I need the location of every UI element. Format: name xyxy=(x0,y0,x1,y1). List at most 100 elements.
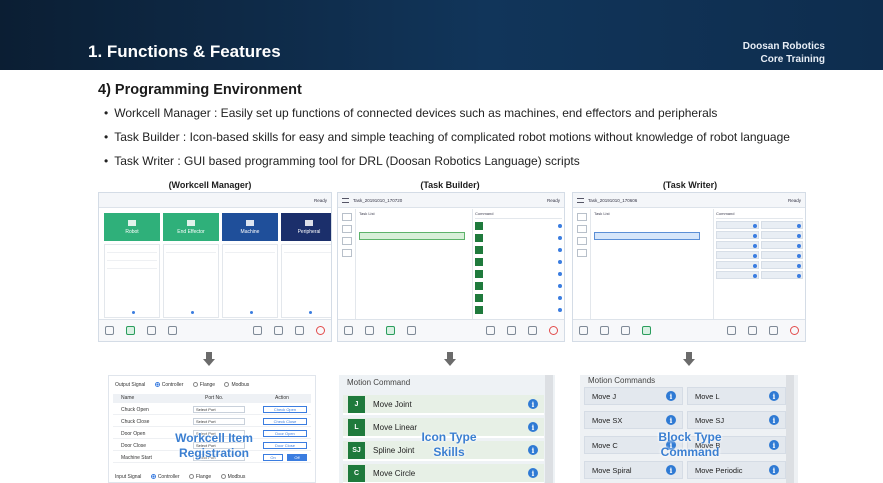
tool-icon[interactable] xyxy=(341,237,352,245)
info-icon[interactable] xyxy=(558,284,562,288)
info-icon[interactable] xyxy=(558,296,562,300)
jog-icon[interactable] xyxy=(748,326,757,335)
motion-icon[interactable] xyxy=(475,282,483,290)
radio-modbus[interactable] xyxy=(224,382,230,388)
workcell-icon[interactable] xyxy=(126,326,135,335)
task-list-row[interactable] xyxy=(359,224,465,232)
tile-robot[interactable]: Robot xyxy=(104,213,160,241)
workcell-icon[interactable] xyxy=(365,326,374,335)
radio-controller[interactable] xyxy=(150,474,156,480)
tool-icon[interactable] xyxy=(341,225,352,233)
action-button[interactable]: Check Open xyxy=(263,406,307,413)
gear-icon[interactable] xyxy=(769,326,778,335)
info-icon[interactable]: i xyxy=(666,415,676,425)
block-command-item[interactable]: Move Periodic i xyxy=(687,461,786,479)
block-command[interactable] xyxy=(716,231,759,239)
block-command[interactable] xyxy=(760,221,803,229)
add-icon[interactable] xyxy=(309,311,312,314)
power-icon[interactable] xyxy=(549,326,558,335)
builder-icon[interactable] xyxy=(386,326,395,335)
zoom-icon[interactable] xyxy=(486,326,495,335)
home-icon[interactable] xyxy=(344,326,353,335)
zoom-icon[interactable] xyxy=(727,326,736,335)
radio-flange[interactable] xyxy=(188,474,194,480)
block-command-item[interactable]: Move J i xyxy=(584,387,683,405)
command-tab[interactable]: Command xyxy=(475,211,562,219)
block-command[interactable] xyxy=(716,251,759,259)
motion-icon[interactable] xyxy=(475,246,483,254)
block-command[interactable] xyxy=(716,221,759,229)
add-icon[interactable] xyxy=(250,311,253,314)
scrollbar[interactable] xyxy=(786,375,794,483)
radio-modbus[interactable] xyxy=(220,474,226,480)
task-list-row[interactable] xyxy=(594,240,700,248)
block-command[interactable] xyxy=(760,231,803,239)
info-icon[interactable]: i xyxy=(769,415,779,425)
zoom-icon[interactable] xyxy=(253,326,262,335)
info-icon[interactable]: i xyxy=(528,399,538,409)
task-icon[interactable] xyxy=(147,326,156,335)
power-icon[interactable] xyxy=(316,326,325,335)
tool-icon[interactable] xyxy=(576,213,587,221)
motion-command-item[interactable]: J Move Joint i xyxy=(343,395,544,415)
tool-icon[interactable] xyxy=(341,249,352,257)
info-icon[interactable] xyxy=(558,248,562,252)
jog-icon[interactable] xyxy=(274,326,283,335)
info-icon[interactable]: i xyxy=(769,391,779,401)
tool-icon[interactable] xyxy=(576,237,587,245)
port-select[interactable]: Select Port xyxy=(193,418,245,425)
gear-icon[interactable] xyxy=(528,326,537,335)
add-icon[interactable] xyxy=(132,311,135,314)
tool-icon[interactable] xyxy=(341,213,352,221)
info-icon[interactable]: i xyxy=(769,440,779,450)
info-icon[interactable] xyxy=(558,308,562,312)
writer-icon[interactable] xyxy=(642,326,651,335)
writer-icon[interactable] xyxy=(407,326,416,335)
power-icon[interactable] xyxy=(790,326,799,335)
builder-icon[interactable] xyxy=(168,326,177,335)
jog-icon[interactable] xyxy=(507,326,516,335)
task-list-row[interactable] xyxy=(594,216,700,224)
builder-icon[interactable] xyxy=(621,326,630,335)
info-icon[interactable]: i xyxy=(769,465,779,475)
block-command[interactable] xyxy=(716,271,759,279)
radio-flange[interactable] xyxy=(192,382,198,388)
info-icon[interactable]: i xyxy=(666,391,676,401)
info-icon[interactable] xyxy=(558,272,562,276)
motion-icon[interactable] xyxy=(475,294,483,302)
block-command-item[interactable]: Move Spiral i xyxy=(584,461,683,479)
info-icon[interactable]: i xyxy=(666,465,676,475)
info-icon[interactable] xyxy=(558,224,562,228)
info-icon[interactable]: i xyxy=(528,445,538,455)
port-select[interactable]: Select Port xyxy=(193,406,245,413)
radio-controller[interactable] xyxy=(154,382,160,388)
tile-machine[interactable]: Machine xyxy=(222,213,278,241)
scrollbar[interactable] xyxy=(545,375,553,483)
info-icon[interactable] xyxy=(558,236,562,240)
task-list-row[interactable] xyxy=(594,224,700,232)
tool-icon[interactable] xyxy=(576,249,587,257)
menu-icon[interactable] xyxy=(342,197,349,203)
menu-icon[interactable] xyxy=(577,197,584,203)
block-command[interactable] xyxy=(760,261,803,269)
off-button[interactable]: Off xyxy=(287,454,307,461)
task-list-row-selected[interactable] xyxy=(359,232,465,240)
info-icon[interactable]: i xyxy=(528,468,538,478)
home-icon[interactable] xyxy=(579,326,588,335)
motion-icon[interactable] xyxy=(475,306,483,314)
motion-icon[interactable] xyxy=(475,222,483,230)
task-list-row[interactable] xyxy=(359,216,465,224)
command-tab[interactable]: Command xyxy=(716,211,803,219)
info-icon[interactable] xyxy=(558,260,562,264)
workcell-icon[interactable] xyxy=(600,326,609,335)
motion-icon[interactable] xyxy=(475,270,483,278)
block-command-item[interactable]: Move L i xyxy=(687,387,786,405)
motion-command-item[interactable]: C Move Circle i xyxy=(343,464,544,483)
block-command[interactable] xyxy=(716,241,759,249)
info-icon[interactable]: i xyxy=(528,422,538,432)
block-command[interactable] xyxy=(760,271,803,279)
add-icon[interactable] xyxy=(191,311,194,314)
tool-icon[interactable] xyxy=(576,225,587,233)
task-list-row[interactable] xyxy=(359,240,465,248)
tile-peripheral[interactable]: Peripheral xyxy=(281,213,331,241)
